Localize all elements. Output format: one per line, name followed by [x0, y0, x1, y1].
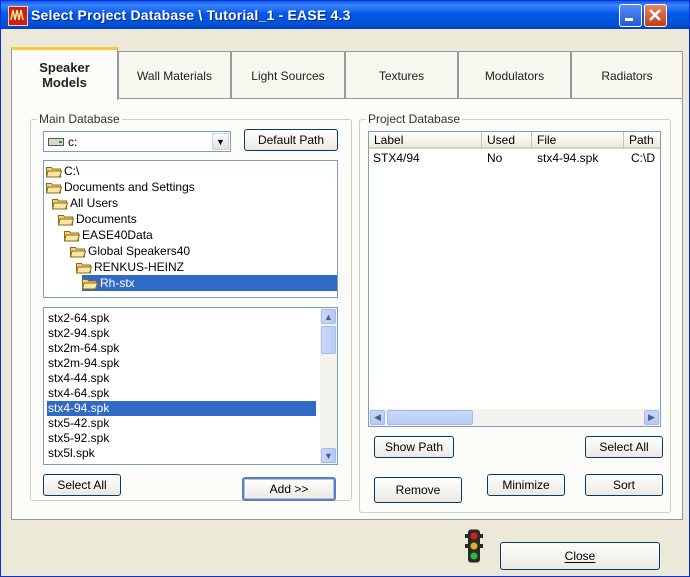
open-folder-icon [58, 214, 74, 225]
ease-app-icon [8, 6, 28, 26]
close-button[interactable]: Close [500, 542, 660, 570]
scroll-up-icon[interactable]: ▲ [321, 309, 336, 324]
drive-select[interactable]: c: ▼ [43, 131, 231, 152]
file-list[interactable]: stx2-64.spk stx2-94.spk stx2m-64.spk stx… [43, 307, 338, 465]
folder-item[interactable]: C:\ [46, 163, 79, 179]
minimize-window-button[interactable] [619, 4, 642, 27]
window-title: Select Project Database \ Tutorial_1 - E… [31, 7, 351, 23]
tab-light-sources[interactable]: Light Sources [231, 51, 345, 99]
add-button[interactable]: Add >> [242, 477, 336, 501]
tab-modulators[interactable]: Modulators [458, 51, 571, 99]
column-header-used[interactable]: Used [482, 132, 532, 149]
tab-label: Light Sources [251, 68, 325, 83]
open-folder-icon [52, 198, 68, 209]
column-header-label[interactable]: Label [369, 132, 482, 149]
column-header-file[interactable]: File [532, 132, 624, 149]
chevron-down-icon[interactable]: ▼ [212, 133, 229, 150]
tab-label: Modulators [484, 68, 545, 83]
folder-label: Global Speakers40 [88, 244, 191, 258]
file-item[interactable]: stx2-94.spk [47, 326, 109, 341]
project-list-view[interactable]: Label Used File Path STX4/94 No stx4-94.… [368, 131, 661, 427]
folder-item-selected[interactable]: Rh-stx [82, 275, 337, 291]
folder-label: RENKUS-HEINZ [94, 260, 185, 274]
folder-label: EASE40Data [82, 228, 153, 242]
open-folder-icon [70, 246, 86, 257]
row-used-cell: No [487, 151, 503, 165]
open-folder-icon [76, 262, 92, 273]
project-list-hscrollbar[interactable]: ◀ ▶ [369, 409, 660, 426]
file-item[interactable]: stx5l.spk [47, 446, 95, 461]
file-item[interactable]: stx5-92.spk [47, 431, 109, 446]
file-item[interactable]: stx2m-94.spk [47, 356, 119, 371]
file-item-selected[interactable]: stx4-94.spk [47, 401, 316, 416]
title-bar[interactable]: Select Project Database \ Tutorial_1 - E… [1, 1, 689, 29]
scroll-left-icon[interactable]: ◀ [370, 410, 385, 425]
main-database-label: Main Database [37, 112, 122, 126]
tab-label: Wall Materials [137, 68, 212, 83]
file-item[interactable]: stx4-64.spk [47, 386, 109, 401]
folder-label: Documents and Settings [64, 180, 195, 194]
sort-button[interactable]: Sort [585, 474, 663, 496]
speaker-models-panel: Main Database c: ▼ Default Path C:\ Docu… [11, 98, 683, 520]
folder-tree[interactable]: C:\ Documents and Settings All Users Doc… [43, 160, 338, 298]
close-button-label: Close [564, 549, 596, 563]
tab-label: Radiators [601, 68, 653, 83]
close-window-button[interactable] [644, 4, 667, 27]
open-folder-icon [64, 230, 80, 241]
project-database-label: Project Database [366, 112, 463, 126]
tab-speaker-models[interactable]: Speaker Models [11, 47, 118, 100]
tab-strip: Speaker Models Wall Materials Light Sour… [11, 47, 683, 100]
folder-item[interactable]: Global Speakers40 [70, 243, 190, 259]
tab-label: Textures [378, 68, 425, 83]
traffic-light-icon [465, 529, 483, 563]
column-header-path[interactable]: Path [624, 132, 660, 149]
file-item[interactable]: stx5-42.spk [47, 416, 109, 431]
file-item[interactable]: stx4-44.spk [47, 371, 109, 386]
close-icon [649, 9, 661, 21]
folder-item[interactable]: Documents [58, 211, 137, 227]
project-select-all-button[interactable]: Select All [585, 436, 663, 458]
default-path-button[interactable]: Default Path [244, 129, 338, 151]
folder-label: Rh-stx [100, 276, 135, 290]
scroll-right-icon[interactable]: ▶ [644, 410, 659, 425]
minimize-button[interactable]: Minimize [487, 474, 565, 496]
tab-label: Speaker Models [39, 60, 90, 90]
open-folder-icon [82, 278, 98, 289]
open-folder-icon [46, 166, 62, 177]
hard-drive-icon [48, 138, 64, 146]
folder-label: C:\ [64, 164, 80, 178]
file-item[interactable]: stx2-64.spk [47, 311, 109, 326]
hscroll-thumb[interactable] [387, 410, 473, 425]
folder-item[interactable]: All Users [52, 195, 118, 211]
file-list-scrollbar[interactable]: ▲ ▼ [320, 308, 337, 464]
folder-label: All Users [70, 196, 119, 210]
tab-textures[interactable]: Textures [345, 51, 458, 99]
folder-item[interactable]: Documents and Settings [46, 179, 195, 195]
main-select-all-button[interactable]: Select All [43, 474, 121, 496]
tab-radiators[interactable]: Radiators [571, 51, 683, 99]
folder-item[interactable]: EASE40Data [64, 227, 153, 243]
row-label-cell: STX4/94 [373, 151, 420, 165]
minimize-icon [625, 18, 633, 21]
drive-value: c: [68, 135, 78, 149]
tab-wall-materials[interactable]: Wall Materials [118, 51, 231, 99]
dialog-window: Select Project Database \ Tutorial_1 - E… [0, 0, 690, 577]
show-path-button[interactable]: Show Path [374, 436, 454, 458]
scroll-thumb[interactable] [321, 326, 336, 354]
file-item[interactable]: stx2m-64.spk [47, 341, 119, 356]
row-file-cell: stx4-94.spk [537, 151, 599, 165]
remove-button[interactable]: Remove [374, 477, 462, 503]
row-path-cell: C:\D [631, 151, 655, 165]
folder-label: Documents [76, 212, 137, 226]
folder-item[interactable]: RENKUS-HEINZ [76, 259, 184, 275]
scroll-down-icon[interactable]: ▼ [321, 448, 336, 463]
open-folder-icon [46, 182, 62, 193]
